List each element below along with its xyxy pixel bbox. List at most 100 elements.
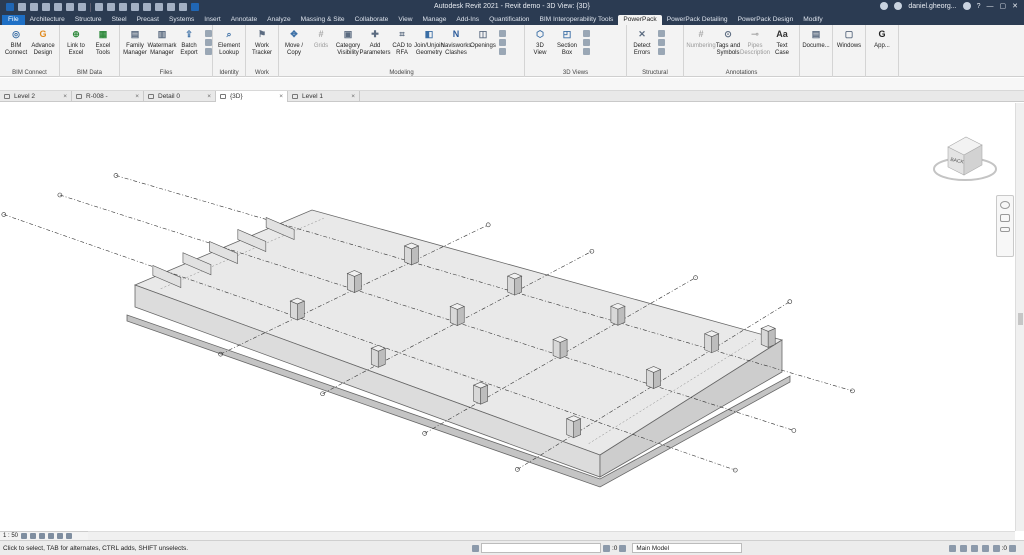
redo-icon[interactable]: [66, 3, 74, 11]
revit-logo-icon[interactable]: [6, 3, 14, 11]
ribbon-tab-collaborate[interactable]: Collaborate: [350, 15, 394, 25]
ribbon-tab-precast[interactable]: Precast: [132, 15, 164, 25]
app-button[interactable]: G App...: [870, 27, 895, 77]
close-tab-icon[interactable]: ×: [351, 91, 355, 102]
column-side[interactable]: [297, 300, 305, 321]
select-by-face-icon[interactable]: [981, 544, 989, 552]
small-tool-icon[interactable]: [498, 30, 506, 37]
column-front[interactable]: [610, 305, 619, 326]
minimize-icon[interactable]: —: [987, 3, 994, 10]
vertical-scrollbar[interactable]: [1015, 103, 1024, 531]
small-tool-icon[interactable]: [582, 48, 590, 55]
tag-icon[interactable]: [119, 3, 127, 11]
switch-windows-icon[interactable]: [191, 3, 199, 11]
column-front[interactable]: [704, 333, 713, 354]
thin-lines-icon[interactable]: [167, 3, 175, 11]
help-button[interactable]: ?: [977, 3, 981, 10]
dimension-icon[interactable]: [107, 3, 115, 11]
column-side[interactable]: [514, 275, 522, 296]
column-front[interactable]: [507, 275, 515, 296]
close-tab-icon[interactable]: ×: [207, 91, 211, 102]
user-icon[interactable]: [894, 2, 903, 10]
drawing-area[interactable]: [0, 103, 1024, 531]
small-tool-icon[interactable]: [204, 39, 212, 46]
column-front[interactable]: [552, 339, 561, 359]
steering-wheel-icon[interactable]: [1000, 201, 1010, 209]
column-side[interactable]: [711, 333, 720, 354]
ribbon-tab-steel[interactable]: Steel: [107, 15, 132, 25]
column-side[interactable]: [573, 418, 581, 439]
viewcube[interactable]: BACK: [930, 125, 1000, 187]
select-underlay-icon[interactable]: [959, 544, 967, 552]
open-icon[interactable]: [18, 3, 26, 11]
nav-menu-icon[interactable]: [1000, 227, 1010, 232]
print-icon[interactable]: [78, 3, 86, 11]
close-tab-icon[interactable]: ×: [135, 91, 139, 102]
ribbon-tab-massing-site[interactable]: Massing & Site: [296, 15, 350, 25]
windows-button[interactable]: ▢ Windows: [837, 27, 862, 77]
worksets-icon[interactable]: [472, 544, 479, 552]
ribbon-tab-powerpack[interactable]: PowerPack: [618, 15, 662, 25]
ribbon-tab-file[interactable]: File: [2, 15, 25, 25]
ribbon-tab-analyze[interactable]: Analyze: [262, 15, 295, 25]
small-tool-icon[interactable]: [582, 39, 590, 46]
3d-model-view[interactable]: [0, 103, 1024, 531]
column-front[interactable]: [290, 300, 298, 321]
design-options-icon[interactable]: [619, 544, 627, 552]
small-tool-icon[interactable]: [204, 48, 212, 55]
column-side[interactable]: [377, 347, 386, 368]
design-option-field[interactable]: Main Model: [632, 543, 743, 553]
column-side[interactable]: [480, 384, 488, 405]
ribbon-tab-insert[interactable]: Insert: [199, 15, 226, 25]
close-hidden-icon[interactable]: [179, 3, 187, 11]
small-tool-icon[interactable]: [498, 48, 506, 55]
column-side[interactable]: [354, 273, 362, 293]
column-side[interactable]: [653, 369, 661, 389]
maximize-icon[interactable]: ▢: [1000, 2, 1007, 10]
ribbon-tab-annotate[interactable]: Annotate: [226, 15, 262, 25]
select-pinned-icon[interactable]: [970, 544, 978, 552]
section-qat-icon[interactable]: [155, 3, 163, 11]
measure-icon[interactable]: [95, 3, 103, 11]
small-tool-icon[interactable]: [657, 30, 665, 37]
column-front[interactable]: [760, 327, 769, 348]
column-front[interactable]: [347, 273, 355, 293]
undo-icon[interactable]: [54, 3, 62, 11]
ribbon-tab-view[interactable]: View: [393, 15, 417, 25]
detail-level-icon[interactable]: [21, 533, 28, 539]
view-tab-r-008-unnamed[interactable]: R-008 - Unnamed×: [72, 91, 144, 111]
cart-icon[interactable]: [962, 2, 971, 10]
ribbon-tab-systems[interactable]: Systems: [164, 15, 199, 25]
crop-view-icon[interactable]: [57, 533, 64, 539]
ribbon-tab-powerpack-detailing[interactable]: PowerPack Detailing: [662, 15, 733, 25]
text-icon[interactable]: [131, 3, 139, 11]
view-tab-3d[interactable]: {3D} ×: [216, 91, 288, 102]
temporary-hide-icon[interactable]: [66, 533, 73, 539]
small-tool-icon[interactable]: [204, 30, 212, 37]
column-front[interactable]: [404, 245, 412, 266]
horizontal-scrollbar[interactable]: [88, 531, 1015, 540]
column-side[interactable]: [617, 305, 626, 326]
ribbon-tab-modify[interactable]: Modify: [798, 15, 827, 25]
close-icon[interactable]: ✕: [1012, 2, 1018, 10]
ribbon-tab-bim-interoperability-tools[interactable]: BIM Interoperability Tools: [534, 15, 618, 25]
view-tab-level-1[interactable]: Level 1 ×: [288, 91, 360, 102]
save-icon[interactable]: [30, 3, 38, 11]
view-tab-detail-0[interactable]: Detail 0 ×: [144, 91, 216, 102]
3d-view-qat-icon[interactable]: [143, 3, 151, 11]
small-tool-icon[interactable]: [657, 48, 665, 55]
column-side[interactable]: [411, 245, 419, 266]
ribbon-tab-powerpack-design[interactable]: PowerPack Design: [733, 15, 799, 25]
ribbon-tab-add-ins[interactable]: Add-Ins: [451, 15, 484, 25]
search-icon[interactable]: [880, 2, 889, 10]
ribbon-tab-manage[interactable]: Manage: [418, 15, 452, 25]
select-links-icon[interactable]: [948, 544, 956, 552]
close-tab-icon[interactable]: ×: [279, 91, 283, 102]
visual-style-icon[interactable]: [30, 533, 37, 539]
column-front[interactable]: [473, 384, 481, 405]
sync-icon[interactable]: [42, 3, 50, 11]
view-tab-level-2[interactable]: Level 2 ×: [0, 91, 72, 102]
small-tool-icon[interactable]: [582, 30, 590, 37]
active-workset-field[interactable]: [481, 543, 601, 553]
view-scale[interactable]: 1 : 50: [3, 533, 18, 539]
